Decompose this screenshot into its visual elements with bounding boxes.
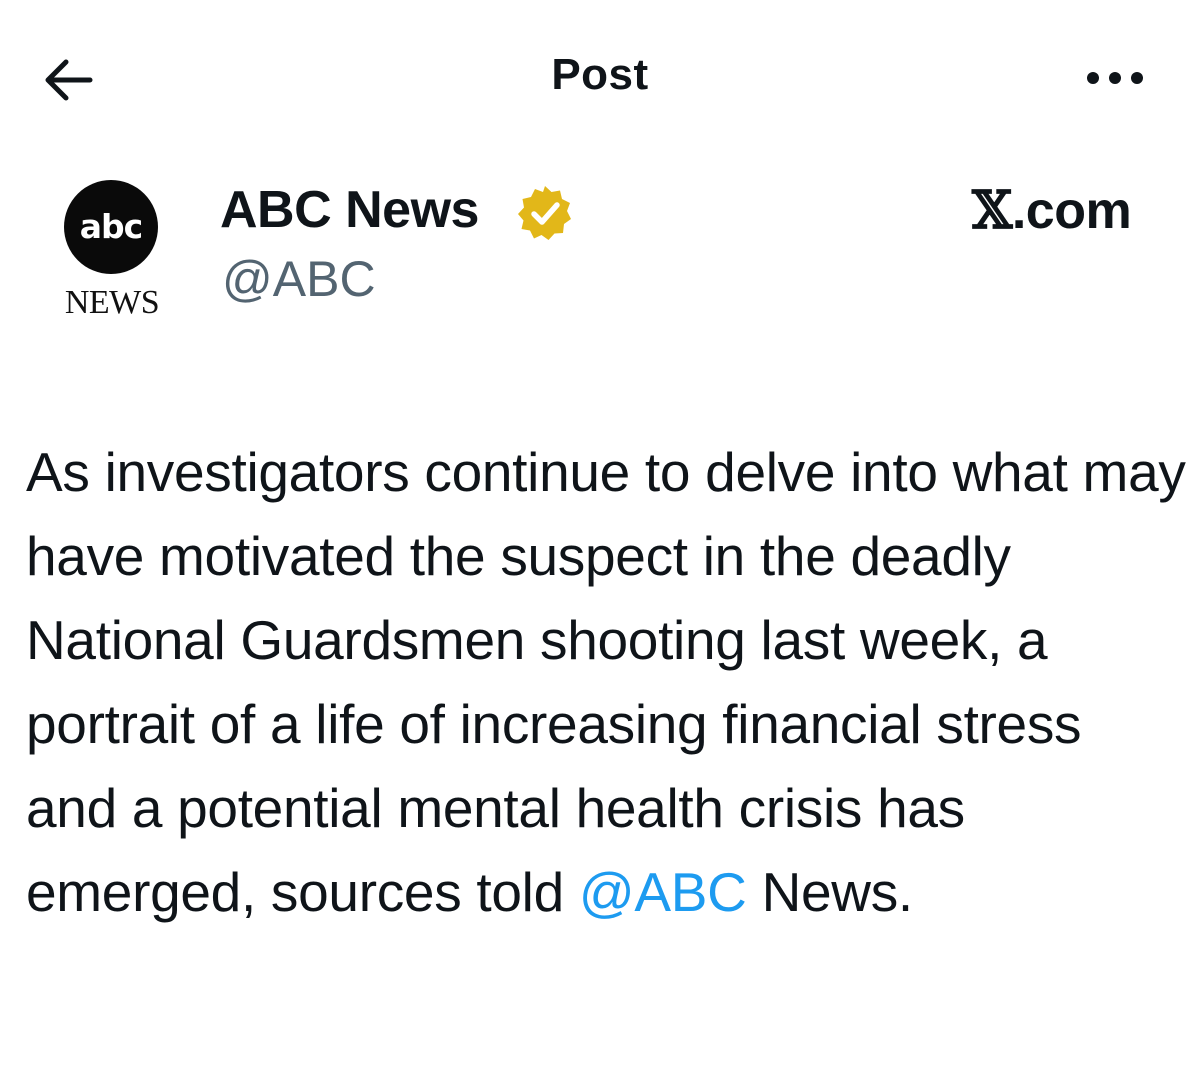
page-title: Post: [551, 50, 649, 99]
avatar[interactable]: abc NEWS: [52, 180, 172, 321]
author-name[interactable]: ABC News: [220, 180, 479, 240]
mention-link[interactable]: @ABC: [579, 861, 747, 923]
x-logo-icon: 𝕏: [972, 180, 1012, 241]
more-horizontal-icon: [1087, 72, 1143, 84]
top-bar: Post: [0, 0, 1200, 160]
post-text-end: News.: [746, 861, 914, 923]
verified-badge-icon: [514, 182, 576, 244]
abc-logo: abc: [64, 180, 158, 274]
post-text-main: As investigators continue to delve into …: [26, 441, 1186, 923]
more-options-button[interactable]: [1080, 58, 1150, 98]
author-handle[interactable]: @ABC: [222, 250, 376, 308]
source-label: 𝕏.com: [972, 180, 1132, 241]
post-text: As investigators continue to delve into …: [26, 430, 1186, 934]
source-domain: .com: [1011, 182, 1132, 240]
avatar-caption: NEWS: [64, 284, 160, 321]
